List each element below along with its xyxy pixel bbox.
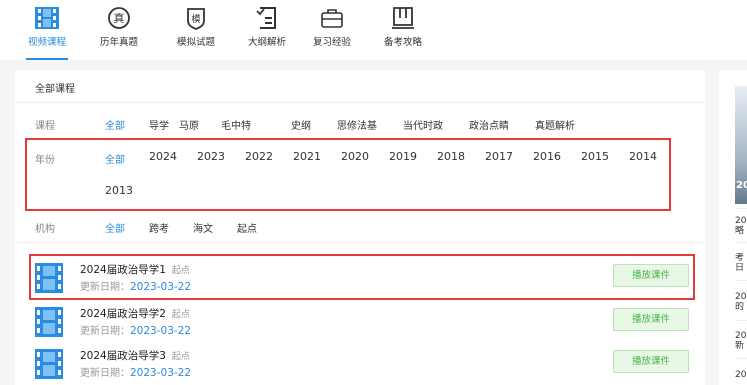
filter-course-option[interactable]: 政治点睛 — [469, 117, 509, 132]
date-label: 更新日期： — [80, 368, 130, 379]
outline-list-icon — [254, 6, 280, 30]
divider — [15, 242, 705, 243]
right-sidebar: 20 20 略 考 日 20 的 20 新 20 — [719, 70, 747, 385]
year-filter-highlight — [25, 138, 671, 211]
course-title[interactable]: 2024届政治导学3 起点 — [80, 348, 190, 363]
top-navigation: 视频课程 真 历年真题 模 模拟试题 大纲解析 复习经验 备考攻略 — [0, 0, 747, 60]
filter-course-option[interactable]: 史纲 — [291, 117, 311, 132]
nav-item-label: 大纲解析 — [248, 37, 287, 48]
sidebar-article-link[interactable]: 日 — [735, 263, 747, 273]
svg-text:模: 模 — [191, 14, 200, 25]
filter-course-option[interactable]: 思修法基 — [337, 117, 377, 132]
course-date: 更新日期：2023-03-22 — [80, 322, 191, 337]
divider — [15, 102, 705, 103]
filter-org-all[interactable]: 全部 — [105, 220, 125, 235]
book-icon — [390, 6, 416, 30]
nav-item-mock-tests[interactable]: 模 模拟试题 — [177, 6, 215, 48]
filter-course-all[interactable]: 全部 — [105, 117, 125, 132]
filter-org-option[interactable]: 起点 — [237, 220, 257, 235]
sidebar-article-link[interactable]: 新 — [735, 341, 747, 351]
course-list-item[interactable]: 2024届政治导学2 起点 更新日期：2023-03-22 播放课件 — [35, 304, 695, 344]
course-highlight — [29, 254, 695, 300]
course-title-text: 2024届政治导学3 — [80, 350, 166, 362]
divider — [735, 320, 747, 321]
nav-item-video-courses[interactable]: 视频课程 — [25, 6, 69, 60]
filter-course-option[interactable]: 毛中特 — [221, 117, 251, 132]
svg-text:真: 真 — [114, 11, 125, 25]
divider — [735, 358, 747, 359]
course-date: 更新日期：2023-03-22 — [80, 364, 191, 379]
divider — [735, 208, 747, 209]
filter-label-org: 机构 — [35, 224, 55, 235]
breadcrumb: 全部课程 — [35, 84, 75, 95]
true-stamp-icon: 真 — [106, 6, 132, 30]
course-org: 起点 — [171, 352, 190, 362]
date-label: 更新日期： — [80, 326, 130, 337]
course-org: 起点 — [171, 310, 190, 320]
play-courseware-button[interactable]: 播放课件 — [613, 308, 689, 331]
divider — [735, 242, 747, 243]
course-title[interactable]: 2024届政治导学2 起点 — [80, 306, 190, 321]
play-courseware-button[interactable]: 播放课件 — [613, 350, 689, 373]
course-list-item[interactable]: 2024届政治导学3 起点 更新日期：2023-03-22 播放课件 — [35, 346, 695, 385]
date-value: 2023-03-22 — [130, 325, 192, 337]
nav-item-label: 历年真题 — [100, 37, 139, 48]
briefcase-icon — [319, 6, 345, 30]
film-icon — [35, 349, 63, 379]
sidebar-article-link[interactable]: 20 — [735, 331, 747, 341]
nav-item-label: 复习经验 — [313, 37, 352, 48]
sidebar-banner-text: 20 — [736, 180, 747, 191]
film-icon — [34, 6, 60, 30]
sidebar-article-link[interactable]: 20 — [735, 370, 747, 380]
filter-org-option[interactable]: 跨考 — [149, 220, 169, 235]
nav-item-label: 视频课程 — [28, 37, 67, 48]
sidebar-article-link[interactable]: 的 — [735, 302, 747, 312]
sidebar-article-link[interactable]: 略 — [735, 226, 747, 236]
sidebar-article-link[interactable]: 考 — [735, 253, 747, 263]
filter-course-option[interactable]: 当代时政 — [403, 117, 443, 132]
filter-org-option[interactable]: 海文 — [193, 220, 213, 235]
sidebar-article-link[interactable]: 20 — [735, 216, 747, 226]
course-title-text: 2024届政治导学2 — [80, 308, 166, 320]
sidebar-article-link[interactable]: 20 — [735, 292, 747, 302]
mock-shield-icon: 模 — [183, 6, 209, 30]
course-panel: 全部课程 课程 全部 导学 马原 毛中特 史纲 思修法基 当代时政 政治点睛 真… — [15, 70, 705, 385]
nav-item-review-experience[interactable]: 复习经验 — [313, 6, 351, 48]
filter-course-option[interactable]: 导学 — [149, 117, 169, 132]
film-icon — [35, 307, 63, 337]
nav-item-syllabus[interactable]: 大纲解析 — [248, 6, 286, 48]
filter-course-option[interactable]: 真题解析 — [535, 117, 575, 132]
nav-item-label: 备考攻略 — [384, 37, 423, 48]
nav-item-past-exams[interactable]: 真 历年真题 — [100, 6, 138, 48]
filter-course-option[interactable]: 马原 — [179, 117, 199, 132]
date-value: 2023-03-22 — [130, 367, 192, 379]
filter-label-course: 课程 — [35, 121, 55, 132]
nav-item-exam-strategy[interactable]: 备考攻略 — [384, 6, 422, 48]
divider — [735, 280, 747, 281]
nav-item-label: 模拟试题 — [177, 37, 216, 48]
